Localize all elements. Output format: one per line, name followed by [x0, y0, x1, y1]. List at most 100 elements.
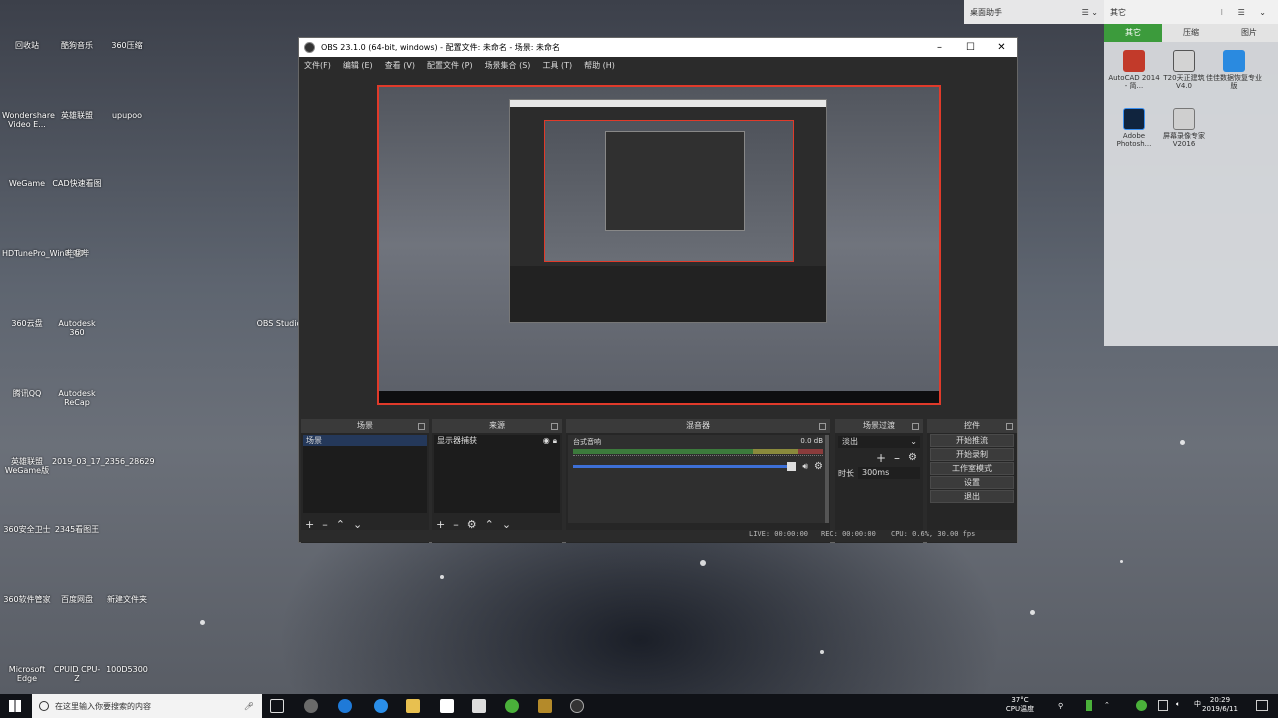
- desktop-icon[interactable]: 2345看图王: [52, 490, 102, 534]
- desktop-icon[interactable]: Microsoft Edge: [2, 630, 52, 683]
- widget-controls-icon[interactable]: ⁝ ☰ ⌄: [1220, 8, 1278, 17]
- close-icon[interactable]: ✕: [986, 42, 1017, 53]
- desktop-icon[interactable]: 360软件管家: [2, 560, 52, 604]
- widget-tab-other[interactable]: 其它: [1104, 24, 1162, 42]
- app-icon: [61, 284, 93, 316]
- desktop-icon[interactable]: 新建文件夹: [102, 560, 152, 604]
- menu-edit[interactable]: 编辑 (E): [343, 60, 373, 71]
- scene-item[interactable]: 场景: [303, 435, 427, 446]
- gear-icon[interactable]: ⚙: [908, 451, 917, 465]
- desktop-icon[interactable]: Autodesk ReCap: [52, 354, 102, 407]
- menu-scene-collection[interactable]: 场景集合 (S): [485, 60, 531, 71]
- tray-app-icon[interactable]: [1136, 700, 1147, 711]
- obs-window-title: OBS 23.1.0 (64-bit, windows) - 配置文件: 未命名…: [321, 43, 561, 52]
- desktop-icon[interactable]: 2019_03_17_2356_28629: [52, 422, 155, 466]
- widget-tab-images[interactable]: 图片: [1220, 24, 1278, 42]
- microphone-icon[interactable]: 🎤︎: [244, 702, 254, 711]
- menu-file[interactable]: 文件(F): [304, 60, 331, 71]
- obs-taskbar-icon[interactable]: [570, 699, 584, 713]
- app-icon: [61, 144, 93, 176]
- desktop-icon-label: CAD快速看图: [52, 179, 102, 188]
- widget-tab-compress[interactable]: 压缩: [1162, 24, 1220, 42]
- settings-button[interactable]: 设置: [930, 476, 1014, 489]
- desktop-icon[interactable]: WeGame: [2, 144, 52, 188]
- add-icon[interactable]: +: [876, 451, 886, 465]
- minimize-icon[interactable]: –: [924, 42, 955, 53]
- obs-preview[interactable]: [377, 85, 941, 405]
- widget-app-recovery[interactable]: 佳佳数据恢复专业版: [1206, 50, 1262, 90]
- gear-icon[interactable]: ⚙: [814, 461, 823, 472]
- search-icon: [39, 701, 49, 711]
- t20-icon: [1173, 50, 1195, 72]
- studio-mode-button[interactable]: 工作室模式: [930, 462, 1014, 475]
- ie-icon[interactable]: [338, 699, 352, 713]
- menu-icon[interactable]: ☰ ⌄: [1082, 8, 1098, 17]
- desktop-icon[interactable]: 100D5300: [102, 630, 152, 674]
- duration-spinbox[interactable]: 300ms: [858, 467, 920, 479]
- start-streaming-button[interactable]: 开始推流: [930, 434, 1014, 447]
- eye-icon[interactable]: ◉: [543, 435, 553, 446]
- desktop-icon[interactable]: CPUID CPU-Z: [52, 630, 102, 683]
- notifications-icon[interactable]: [1256, 700, 1268, 711]
- desktop-icon[interactable]: 英雄联盟WeGame版: [2, 422, 52, 475]
- volume-slider[interactable]: [573, 462, 797, 471]
- desktop-icon[interactable]: 360安全卫士: [2, 490, 52, 534]
- windows-start-icon[interactable]: [9, 700, 21, 712]
- menu-tools[interactable]: 工具 (T): [542, 60, 572, 71]
- source-item[interactable]: 显示器捕获 ◉ 🔒︎: [434, 435, 560, 446]
- desktop-icon[interactable]: OBS Studio: [254, 284, 304, 328]
- league-icon[interactable]: [538, 699, 552, 713]
- menu-view[interactable]: 查看 (V): [385, 60, 415, 71]
- app-icon: [11, 214, 43, 246]
- store-icon[interactable]: [440, 699, 454, 713]
- desktop-icon-label: 英雄联盟: [61, 111, 93, 120]
- chevron-up-icon[interactable]: ⌃: [1104, 701, 1110, 710]
- taskbar-search-box[interactable]: 在这里输入你要搜索的内容 🎤︎: [32, 694, 262, 718]
- user-icon[interactable]: ⚲: [1058, 702, 1063, 711]
- start-recording-button[interactable]: 开始录制: [930, 448, 1014, 461]
- desktop-icon[interactable]: upupoo: [102, 76, 152, 120]
- network-icon[interactable]: [1158, 700, 1168, 711]
- maximize-icon[interactable]: ☐: [955, 42, 986, 53]
- snowflake: [440, 575, 444, 579]
- task-view-icon[interactable]: [270, 699, 284, 713]
- 360-browser-icon[interactable]: [505, 699, 519, 713]
- lock-icon[interactable]: 🔒︎: [553, 435, 560, 446]
- edge-icon[interactable]: [374, 699, 388, 713]
- widget-app-t20[interactable]: T20天正建筑 V4.0: [1156, 50, 1212, 90]
- battery-icon[interactable]: [1086, 700, 1092, 711]
- desktop-icon[interactable]: 腾讯QQ: [2, 354, 52, 398]
- menu-profile[interactable]: 配置文件 (P): [427, 60, 473, 71]
- app-icon[interactable]: [304, 699, 318, 713]
- desktop-icon[interactable]: CAD快速看图: [52, 144, 102, 188]
- desktop-icon[interactable]: 酷狗音乐: [52, 6, 102, 50]
- desktop-icon[interactable]: 回收站: [2, 6, 52, 50]
- desktop-icon[interactable]: 百度网盘: [52, 560, 102, 604]
- desktop-icon[interactable]: 英雄联盟: [52, 76, 102, 120]
- desktop-icon-label: upupoo: [111, 111, 143, 120]
- desktop-icon[interactable]: Autodesk 360: [52, 284, 102, 337]
- desktop-icon-label: WeGame: [8, 179, 46, 188]
- speaker-icon[interactable]: 🔊︎: [802, 462, 808, 472]
- exit-button[interactable]: 退出: [930, 490, 1014, 503]
- widget-app-recorder[interactable]: 屏幕录像专家 V2016: [1156, 108, 1212, 148]
- widget-app-autocad[interactable]: AutoCAD 2014 - 简...: [1106, 50, 1162, 90]
- desktop-icon[interactable]: 360云盘: [2, 284, 52, 328]
- desktop-icon[interactable]: Wondershare Video E...: [2, 76, 55, 129]
- volume-icon[interactable]: 🔈︎: [1176, 700, 1180, 709]
- chevron-down-icon: ⌄: [910, 437, 917, 446]
- desktop-icon-label: 回收站: [15, 41, 39, 50]
- widget-title: 其它: [1110, 7, 1126, 17]
- folder-icon[interactable]: [406, 699, 420, 713]
- remove-icon[interactable]: –: [894, 451, 900, 465]
- menu-help[interactable]: 帮助 (H): [584, 60, 615, 71]
- transition-select[interactable]: 淡出 ⌄: [838, 436, 920, 448]
- app-icon: [11, 490, 43, 522]
- desktop-icon[interactable]: 360压缩: [102, 6, 152, 50]
- mail-icon[interactable]: [472, 699, 486, 713]
- widget-app-photoshop[interactable]: Adobe Photosh...: [1106, 108, 1162, 148]
- desktop-icon[interactable]: 哔哩哔: [52, 214, 102, 258]
- desktop-icon-label: 新建文件夹: [107, 595, 147, 604]
- desktop-icon[interactable]: HDTunePro_Win8_10: [2, 214, 84, 258]
- clock[interactable]: 20:29 2019/6/11: [1196, 696, 1244, 714]
